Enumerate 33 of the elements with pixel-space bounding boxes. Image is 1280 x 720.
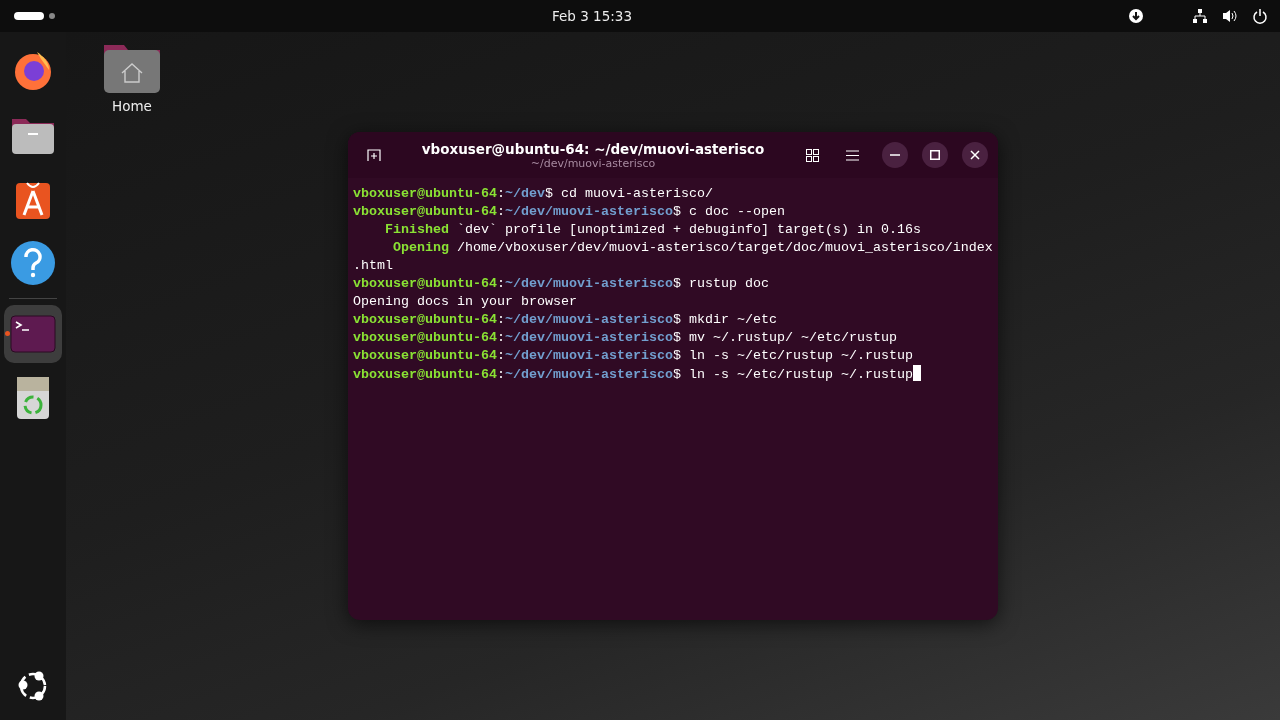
home-folder-icon[interactable] xyxy=(103,42,161,94)
terminal-line: vboxuser@ubuntu-64:~/dev$ cd muovi-asterisco/ xyxy=(353,185,713,203)
maximize-icon xyxy=(930,150,940,160)
terminal-line: Opening docs in your browser xyxy=(353,293,577,311)
volume-icon[interactable] xyxy=(1222,8,1238,24)
update-icon[interactable] xyxy=(1128,8,1144,24)
grid-icon xyxy=(805,148,819,162)
terminal-line: vboxuser@ubuntu-64:~/dev/muovi-asterisco$ ln -s ~/etc/rustup ~/.rustup xyxy=(353,365,921,384)
minimize-button[interactable] xyxy=(882,142,908,168)
window-subtitle: ~/dev/muovi-asterisco xyxy=(530,156,656,170)
trash-icon xyxy=(15,375,51,421)
network-icon[interactable] xyxy=(1192,8,1208,24)
terminal-line: vboxuser@ubuntu-64:~/dev/muovi-asterisco$ c doc --open xyxy=(353,203,785,221)
close-button[interactable] xyxy=(962,142,988,168)
terminal-line: Opening /home/vboxuser/dev/muovi-asterisco/target/doc/muovi_asterisco/index xyxy=(392,239,993,257)
terminal-line: vboxuser@ubuntu-64:~/dev/muovi-asterisco$ ln -s ~/etc/rustup ~/.rustup xyxy=(353,347,913,365)
window-title: vboxuser@ubuntu-64: ~/dev/muovi-asterisco xyxy=(421,140,765,157)
minimize-icon xyxy=(890,154,900,156)
terminal-line: .html xyxy=(353,257,393,275)
terminal-icon xyxy=(10,315,56,353)
maximize-button[interactable] xyxy=(922,142,948,168)
terminal-line: Finished `dev` profile [unoptimized + debuginfo] target(s) in 0.16s xyxy=(384,221,921,239)
close-icon xyxy=(970,150,980,160)
terminal-line: vboxuser@ubuntu-64:~/dev/muovi-asterisco$ mv ~/.rustup/ ~/etc/rustup xyxy=(353,329,897,347)
clock[interactable]: Feb 3 15:33 xyxy=(552,8,632,24)
terminal-line: vboxuser@ubuntu-64:~/dev/muovi-asterisco$ mkdir ~/etc xyxy=(353,311,777,329)
new-tab-icon xyxy=(367,148,381,162)
help-icon xyxy=(11,241,55,285)
workspace-indicator-icon[interactable] xyxy=(14,11,56,21)
desktop-icon-label: Home xyxy=(112,98,152,114)
power-icon[interactable] xyxy=(1252,8,1268,24)
menu-icon xyxy=(845,149,859,161)
terminal-line: vboxuser@ubuntu-64:~/dev/muovi-asterisco$ rustup doc xyxy=(353,275,769,293)
